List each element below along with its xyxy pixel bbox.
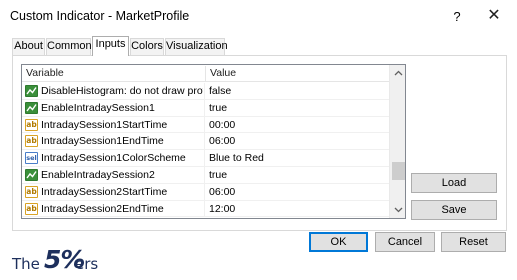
bool-icon xyxy=(25,168,38,181)
table-row[interactable]: EnableIntradaySession2 true xyxy=(22,166,389,184)
variable-name: IntradaySession2EndTime xyxy=(41,202,164,215)
variable-name: EnableIntradaySession2 xyxy=(41,168,155,181)
value-cell[interactable]: false xyxy=(206,83,231,99)
string-icon: ab xyxy=(25,135,38,148)
ok-button[interactable]: OK xyxy=(309,232,368,252)
grid-rows: DisableHistogram: do not draw profile, .… xyxy=(22,83,389,218)
value-cell[interactable]: 12:00 xyxy=(206,201,235,217)
variable-cell[interactable]: ab IntradaySession2EndTime xyxy=(22,200,205,217)
variable-name: IntradaySession2StartTime xyxy=(41,185,168,198)
vertical-scrollbar[interactable] xyxy=(389,65,405,218)
help-button[interactable]: ? xyxy=(447,7,467,27)
variable-name: IntradaySession1EndTime xyxy=(41,135,164,148)
inputs-grid[interactable]: Variable Value DisableHistogram: do not … xyxy=(21,64,406,219)
tab-inputs[interactable]: Inputs xyxy=(92,36,129,56)
scroll-down-button[interactable] xyxy=(390,201,405,218)
table-row[interactable]: ab IntradaySession1StartTime 00:00 xyxy=(22,116,389,134)
column-header-value[interactable]: Value xyxy=(206,65,236,82)
variable-cell[interactable]: EnableIntradaySession1 xyxy=(22,99,205,116)
bool-icon xyxy=(25,85,38,97)
tab-colors[interactable]: Colors xyxy=(130,38,164,55)
table-row[interactable]: sel IntradaySession1ColorScheme Blue to Re… xyxy=(22,150,389,167)
value-cell[interactable]: true xyxy=(206,167,227,183)
color-scheme-icon: sel xyxy=(25,152,38,165)
variable-cell[interactable]: EnableIntradaySession2 xyxy=(22,166,205,183)
value-cell[interactable]: 06:00 xyxy=(206,184,235,200)
scroll-thumb[interactable] xyxy=(392,162,405,180)
load-button[interactable]: Load xyxy=(411,173,497,193)
reset-button[interactable]: Reset xyxy=(441,232,506,252)
logo-text-ers: ers xyxy=(75,255,99,273)
logo-text-the: The xyxy=(12,255,40,273)
table-row[interactable]: ab IntradaySession1EndTime 06:00 xyxy=(22,133,389,151)
table-row[interactable]: ab IntradaySession2EndTime 12:00 xyxy=(22,200,389,218)
save-button[interactable]: Save xyxy=(411,200,497,220)
variable-name: IntradaySession1ColorScheme xyxy=(41,152,186,165)
title-bar: Custom Indicator - MarketProfile ? ✕ xyxy=(0,0,517,32)
scroll-up-button[interactable] xyxy=(390,65,405,82)
table-row[interactable]: DisableHistogram: do not draw profile, .… xyxy=(22,83,389,100)
string-icon: ab xyxy=(25,185,38,198)
variable-name: IntradaySession1StartTime xyxy=(41,118,168,131)
tab-common[interactable]: Common xyxy=(46,38,92,55)
close-button[interactable]: ✕ xyxy=(484,6,504,26)
value-cell[interactable]: Blue to Red xyxy=(206,150,264,166)
cancel-button[interactable]: Cancel xyxy=(375,232,435,252)
variable-name: DisableHistogram: do not draw profile, .… xyxy=(41,85,203,97)
tab-about[interactable]: About xyxy=(12,38,45,55)
value-cell[interactable]: true xyxy=(206,100,227,116)
value-cell[interactable]: 00:00 xyxy=(206,117,235,133)
string-icon: ab xyxy=(25,118,38,131)
variable-cell[interactable]: ab IntradaySession2StartTime xyxy=(22,183,205,200)
variable-cell[interactable]: sel IntradaySession1ColorScheme xyxy=(22,150,205,167)
table-row[interactable]: ab IntradaySession2StartTime 06:00 xyxy=(22,183,389,201)
string-icon: ab xyxy=(25,202,38,215)
column-header-variable[interactable]: Variable xyxy=(22,65,64,82)
value-cell[interactable]: 06:00 xyxy=(206,133,235,149)
tab-visualization[interactable]: Visualization xyxy=(165,38,228,55)
variable-name: EnableIntradaySession1 xyxy=(41,101,155,114)
variable-cell[interactable]: ab IntradaySession1EndTime xyxy=(22,133,205,150)
bool-icon xyxy=(25,101,38,114)
window-title: Custom Indicator - MarketProfile xyxy=(10,9,190,23)
table-row[interactable]: EnableIntradaySession1 true xyxy=(22,99,389,117)
variable-cell[interactable]: DisableHistogram: do not draw profile, .… xyxy=(22,83,205,99)
grid-header: Variable Value xyxy=(22,65,389,82)
variable-cell[interactable]: ab IntradaySession1StartTime xyxy=(22,116,205,133)
